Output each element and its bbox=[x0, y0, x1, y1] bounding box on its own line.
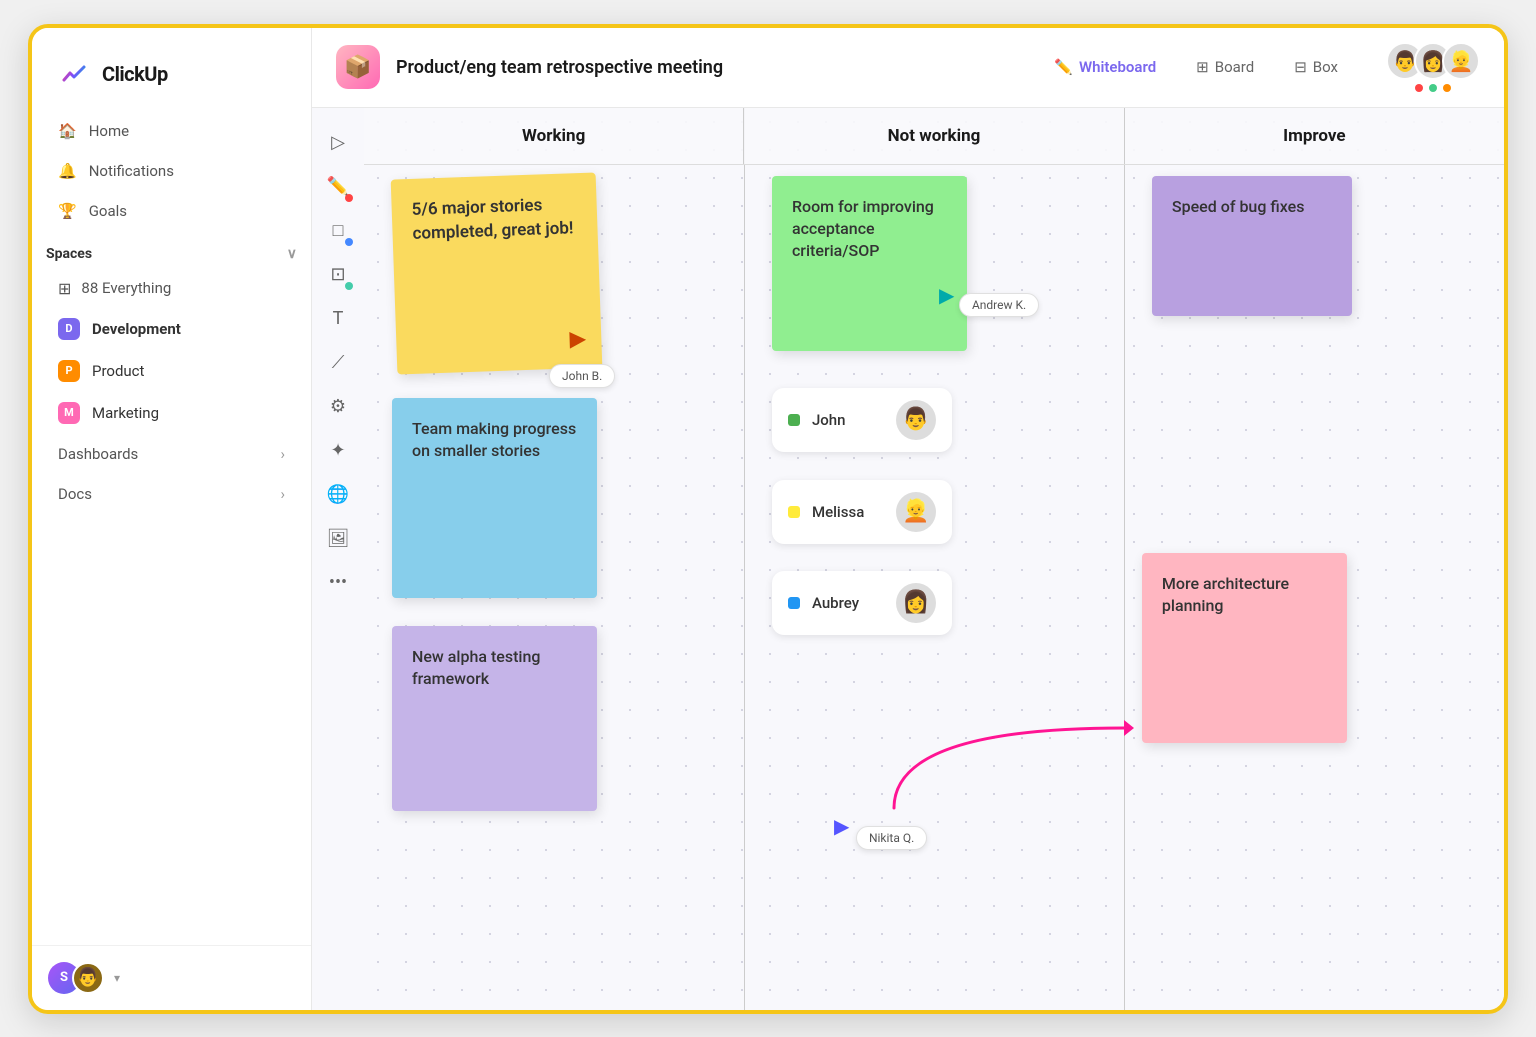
clickup-logo-icon bbox=[56, 56, 92, 92]
tool-text[interactable]: T bbox=[319, 300, 357, 338]
main-header: 📦 Product/eng team retrospective meeting… bbox=[312, 28, 1504, 108]
avatar-indicator-orange bbox=[1443, 84, 1451, 92]
space-badge-product: P bbox=[58, 360, 80, 382]
goals-icon: 🏆 bbox=[58, 202, 77, 220]
person-dot-aubrey bbox=[788, 597, 800, 609]
sticky-note-bugfixes[interactable]: Speed of bug fixes bbox=[1152, 176, 1352, 316]
docs-nav[interactable]: Docs › bbox=[44, 475, 299, 513]
nav-home[interactable]: 🏠 Home bbox=[44, 112, 299, 150]
cursor-nikitaq: ▶ bbox=[834, 814, 849, 838]
doc-icon-box: 📦 bbox=[336, 45, 380, 89]
col-header-not-working: Not working bbox=[744, 108, 1124, 164]
sidebar-bottom: S 👨 ▾ bbox=[32, 945, 311, 1010]
space-badge-development: D bbox=[58, 318, 80, 340]
col-divider-2 bbox=[1124, 108, 1126, 1010]
cursor-label-andrewk: Andrew K. bbox=[959, 293, 1039, 317]
col-divider-1 bbox=[744, 108, 746, 1010]
cursor-andrewk: ▶ bbox=[939, 283, 954, 307]
logo[interactable]: ClickUp bbox=[32, 28, 311, 112]
person-face-john: 👨 bbox=[896, 400, 936, 440]
space-marketing[interactable]: M Marketing bbox=[44, 393, 299, 433]
toolbar: ▷ ✏️ □ ⊡ T ⟋ ⚙ ✦ 🌐 🖼 ••• bbox=[312, 108, 364, 1010]
cursor-label-johnb: John B. bbox=[549, 364, 615, 388]
person-face-aubrey: 👩 bbox=[896, 583, 936, 623]
tab-box[interactable]: ⊟ Box bbox=[1278, 50, 1354, 84]
space-product[interactable]: P Product bbox=[44, 351, 299, 391]
sticky-note-team-progress[interactable]: Team making progress on smaller stories bbox=[392, 398, 597, 598]
tool-sticky[interactable]: ⊡ bbox=[319, 256, 357, 294]
pen-color-indicator bbox=[345, 194, 353, 202]
tab-board[interactable]: ⊞ Board bbox=[1180, 50, 1270, 84]
chevron-right-icon: › bbox=[280, 445, 285, 463]
person-card-john[interactable]: John 👨 bbox=[772, 388, 952, 452]
person-dot-melissa bbox=[788, 506, 800, 518]
nav-notifications[interactable]: 🔔 Notifications bbox=[44, 152, 299, 190]
col-header-working: Working bbox=[364, 108, 744, 164]
chevron-down-icon[interactable]: ∨ bbox=[287, 246, 297, 262]
main-content: 📦 Product/eng team retrospective meeting… bbox=[312, 28, 1504, 1010]
sidebar: ClickUp 🏠 Home 🔔 Notifications 🏆 Goals S… bbox=[32, 28, 312, 1010]
tool-connections[interactable]: ⚙ bbox=[319, 388, 357, 426]
logo-text: ClickUp bbox=[102, 62, 168, 86]
grid-icon: ⊞ bbox=[58, 279, 71, 298]
tool-pen[interactable]: ✏️ bbox=[319, 168, 357, 206]
tool-arrow[interactable]: ⟋ bbox=[319, 344, 357, 382]
header-tabs: ✏️ Whiteboard ⊞ Board ⊟ Box bbox=[1038, 50, 1354, 84]
tool-shape-rect[interactable]: □ bbox=[319, 212, 357, 250]
tool-more[interactable]: ••• bbox=[319, 564, 357, 602]
avatar-user2: 👨 bbox=[72, 962, 104, 994]
dashboards-nav[interactable]: Dashboards › bbox=[44, 435, 299, 473]
everything-item[interactable]: ⊞ 88 Everything bbox=[44, 270, 299, 307]
chevron-down-icon-user[interactable]: ▾ bbox=[114, 971, 120, 985]
sticky-note-stories[interactable]: 5/6 major stories completed, great job! … bbox=[391, 172, 603, 374]
cursor-arrow-yellow: ▶ bbox=[569, 323, 585, 352]
sticky-color-indicator bbox=[345, 282, 353, 290]
sticky-note-alpha[interactable]: New alpha testing framework bbox=[392, 626, 597, 811]
spaces-header: Spaces ∨ bbox=[32, 232, 311, 270]
shape-color-indicator bbox=[345, 238, 353, 246]
person-card-aubrey[interactable]: Aubrey 👩 bbox=[772, 571, 952, 635]
space-badge-marketing: M bbox=[58, 402, 80, 424]
nav-goals[interactable]: 🏆 Goals bbox=[44, 192, 299, 230]
tool-cursor[interactable]: ▷ bbox=[319, 124, 357, 162]
cursor-label-nikitaq: Nikita Q. bbox=[856, 826, 927, 850]
person-dot-john bbox=[788, 414, 800, 426]
box-icon: ⊟ bbox=[1294, 58, 1307, 76]
tool-image[interactable]: 🖼 bbox=[319, 520, 357, 558]
person-card-melissa[interactable]: Melissa 👱 bbox=[772, 480, 952, 544]
home-icon: 🏠 bbox=[58, 122, 77, 140]
board-canvas[interactable]: Working Not working Improve 5/6 major st… bbox=[364, 108, 1504, 1010]
board-icon: ⊞ bbox=[1196, 58, 1209, 76]
whiteboard-icon: ✏️ bbox=[1054, 58, 1073, 76]
tool-globe[interactable]: 🌐 bbox=[319, 476, 357, 514]
tool-effects[interactable]: ✦ bbox=[319, 432, 357, 470]
whiteboard-area: ▷ ✏️ □ ⊡ T ⟋ ⚙ ✦ 🌐 🖼 ••• bbox=[312, 108, 1504, 1010]
collaborator-avatars: 👨 👩 👱 bbox=[1386, 42, 1480, 92]
nav-section: 🏠 Home 🔔 Notifications 🏆 Goals bbox=[32, 112, 311, 232]
sticky-note-acceptance[interactable]: Room for improving acceptance criteria/S… bbox=[772, 176, 967, 351]
col-header-improve: Improve bbox=[1125, 108, 1504, 164]
app-frame: ClickUp 🏠 Home 🔔 Notifications 🏆 Goals S… bbox=[28, 24, 1508, 1014]
space-development[interactable]: D Development bbox=[44, 309, 299, 349]
chevron-right-icon: › bbox=[280, 485, 285, 503]
page-title: Product/eng team retrospective meeting bbox=[396, 57, 1022, 78]
person-face-melissa: 👱 bbox=[896, 492, 936, 532]
tab-whiteboard[interactable]: ✏️ Whiteboard bbox=[1038, 50, 1172, 84]
user-avatars[interactable]: S 👨 bbox=[48, 962, 104, 994]
bell-icon: 🔔 bbox=[58, 162, 77, 180]
avatar-indicator-green bbox=[1429, 84, 1437, 92]
collab-avatar-3: 👱 bbox=[1442, 42, 1480, 80]
avatar-indicator-red bbox=[1415, 84, 1423, 92]
spaces-list: ⊞ 88 Everything D Development P Product … bbox=[32, 270, 311, 435]
